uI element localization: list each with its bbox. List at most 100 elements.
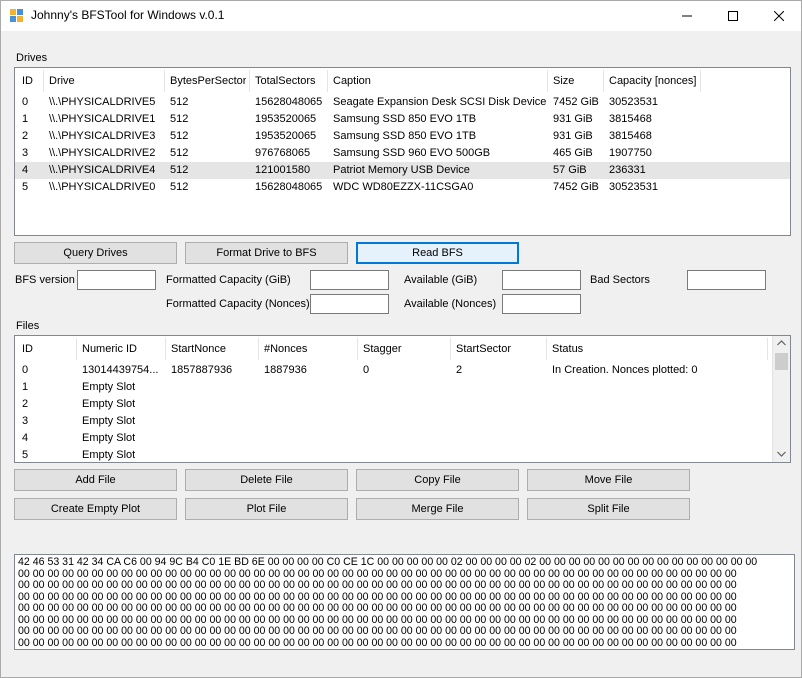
bfs-version-field[interactable]: [77, 270, 156, 290]
bad-sectors-label: Bad Sectors: [590, 274, 650, 286]
formatted-gib-label: Formatted Capacity (GiB): [166, 274, 291, 286]
minimize-button[interactable]: [664, 1, 710, 31]
drive-row[interactable]: 5 \\.\PHYSICALDRIVE0 512 15628048065 WDC…: [15, 179, 790, 196]
move-file-button[interactable]: Move File: [527, 469, 690, 491]
hex-dump-textbox[interactable]: 42 46 53 31 42 34 CA C6 00 94 9C B4 C0 1…: [14, 554, 795, 650]
available-gib-field[interactable]: [502, 270, 581, 290]
drive-id: 4: [22, 164, 29, 176]
drive-size: 7452 GiB: [553, 96, 599, 108]
format-drive-button[interactable]: Format Drive to BFS: [185, 242, 348, 264]
delete-file-button[interactable]: Delete File: [185, 469, 348, 491]
files-col-stagger[interactable]: Stagger: [363, 341, 402, 358]
drives-col-caption[interactable]: Caption: [333, 73, 371, 90]
close-button[interactable]: [756, 1, 802, 31]
files-list[interactable]: ID Numeric ID StartNonce #Nonces Stagger…: [14, 335, 791, 463]
drive-id: 1: [22, 113, 29, 125]
drive-totalsectors: 15628048065: [255, 181, 323, 193]
query-drives-button[interactable]: Query Drives: [14, 242, 177, 264]
merge-file-button[interactable]: Merge File: [356, 498, 519, 520]
drive-row[interactable]: 0 \\.\PHYSICALDRIVE5 512 15628048065 Sea…: [15, 94, 790, 111]
file-numericid: 13014439754...: [82, 364, 159, 376]
files-scroll-thumb[interactable]: [775, 353, 788, 370]
hex-line: 00 00 00 00 00 00 00 00 00 00 00 00 00 0…: [18, 603, 737, 614]
available-nonces-field[interactable]: [502, 294, 581, 314]
drives-col-drive[interactable]: Drive: [49, 73, 75, 90]
drive-capacity: 3815468: [609, 130, 652, 142]
file-row[interactable]: 0 13014439754... 1857887936 1887936 0 2 …: [15, 362, 790, 379]
drives-col-bytespersector[interactable]: BytesPerSector: [170, 73, 246, 90]
drive-bytespersector: 512: [170, 130, 189, 142]
drive-bytespersector: 512: [170, 164, 189, 176]
files-col-startsector[interactable]: StartSector: [456, 341, 511, 358]
read-bfs-button[interactable]: Read BFS: [356, 242, 519, 264]
drive-caption: Patriot Memory USB Device: [333, 164, 470, 176]
files-col-nonces[interactable]: #Nonces: [264, 341, 307, 358]
file-row[interactable]: 1 Empty Slot: [15, 379, 790, 396]
hex-line: 00 00 00 00 00 00 00 00 00 00 00 00 00 0…: [18, 626, 737, 637]
files-col-numericid[interactable]: Numeric ID: [82, 341, 137, 358]
hex-line: 00 00 00 00 00 00 00 00 00 00 00 00 00 0…: [18, 580, 737, 591]
split-file-button[interactable]: Split File: [527, 498, 690, 520]
drive-capacity: 30523531: [609, 96, 658, 108]
scroll-up-icon[interactable]: [777, 340, 786, 346]
drives-col-totalsectors[interactable]: TotalSectors: [255, 73, 316, 90]
drive-row-selected[interactable]: 4 \\.\PHYSICALDRIVE4 512 121001580 Patri…: [15, 162, 790, 179]
drive-size: 57 GiB: [553, 164, 587, 176]
formatted-gib-field[interactable]: [310, 270, 389, 290]
drive-size: 7452 GiB: [553, 181, 599, 193]
app-icon: [10, 9, 23, 22]
files-col-startnonce[interactable]: StartNonce: [171, 341, 226, 358]
maximize-button[interactable]: [710, 1, 756, 31]
bad-sectors-field[interactable]: [687, 270, 766, 290]
hex-line: 00 00 00 00 00 00 00 00 00 00 00 00 00 0…: [18, 637, 737, 649]
file-startnonce: 1857887936: [171, 364, 233, 376]
drive-totalsectors: 1953520065: [255, 130, 317, 142]
file-nonces: 1887936: [264, 364, 307, 376]
file-row[interactable]: 5 Empty Slot: [15, 447, 790, 462]
file-id: 5: [22, 449, 29, 461]
file-stagger: 0: [363, 364, 370, 376]
create-empty-plot-button[interactable]: Create Empty Plot: [14, 498, 177, 520]
drive-row[interactable]: 3 \\.\PHYSICALDRIVE2 512 976768065 Samsu…: [15, 145, 790, 162]
drive-capacity: 30523531: [609, 181, 658, 193]
plot-file-button[interactable]: Plot File: [185, 498, 348, 520]
drive-caption: Samsung SSD 850 EVO 1TB: [333, 113, 477, 125]
drive-path: \\.\PHYSICALDRIVE2: [49, 147, 156, 159]
bfs-version-label: BFS version: [15, 274, 75, 286]
drive-row[interactable]: 1 \\.\PHYSICALDRIVE1 512 1953520065 Sams…: [15, 111, 790, 128]
files-col-id[interactable]: ID: [22, 341, 33, 358]
drives-col-capacity[interactable]: Capacity [nonces]: [609, 73, 696, 90]
drive-path: \\.\PHYSICALDRIVE3: [49, 130, 156, 142]
drive-caption: WDC WD80EZZX-11CSGA0: [333, 181, 474, 193]
drives-list[interactable]: ID Drive BytesPerSector TotalSectors Cap…: [14, 67, 791, 236]
drive-capacity: 1907750: [609, 147, 652, 159]
add-file-button[interactable]: Add File: [14, 469, 177, 491]
drives-col-id[interactable]: ID: [22, 73, 33, 90]
drive-caption: Samsung SSD 960 EVO 500GB: [333, 147, 491, 159]
hex-line: 00 00 00 00 00 00 00 00 00 00 00 00 00 0…: [18, 568, 737, 580]
scroll-down-icon[interactable]: [777, 451, 786, 457]
drive-totalsectors: 121001580: [255, 164, 311, 176]
drives-col-size[interactable]: Size: [553, 73, 574, 90]
drive-size: 465 GiB: [553, 147, 593, 159]
window-title: Johnny's BFSTool for Windows v.0.1: [31, 8, 225, 22]
maximize-icon: [728, 11, 738, 21]
file-row[interactable]: 2 Empty Slot: [15, 396, 790, 413]
file-numericid: Empty Slot: [82, 432, 136, 444]
drive-caption: Samsung SSD 850 EVO 1TB: [333, 130, 477, 142]
file-numericid: Empty Slot: [82, 415, 136, 427]
file-row[interactable]: 3 Empty Slot: [15, 413, 790, 430]
title-bar[interactable]: Johnny's BFSTool for Windows v.0.1: [1, 1, 801, 31]
drive-totalsectors: 976768065: [255, 147, 311, 159]
drive-row[interactable]: 2 \\.\PHYSICALDRIVE3 512 1953520065 Sams…: [15, 128, 790, 145]
files-scrollbar[interactable]: [772, 336, 790, 462]
files-col-status[interactable]: Status: [552, 341, 583, 358]
copy-file-button[interactable]: Copy File: [356, 469, 519, 491]
formatted-nonces-label: Formatted Capacity (Nonces): [166, 298, 310, 310]
file-numericid: Empty Slot: [82, 449, 136, 461]
drive-bytespersector: 512: [170, 113, 189, 125]
drive-bytespersector: 512: [170, 181, 189, 193]
file-startsector: 2: [456, 364, 463, 376]
file-row[interactable]: 4 Empty Slot: [15, 430, 790, 447]
formatted-nonces-field[interactable]: [310, 294, 389, 314]
